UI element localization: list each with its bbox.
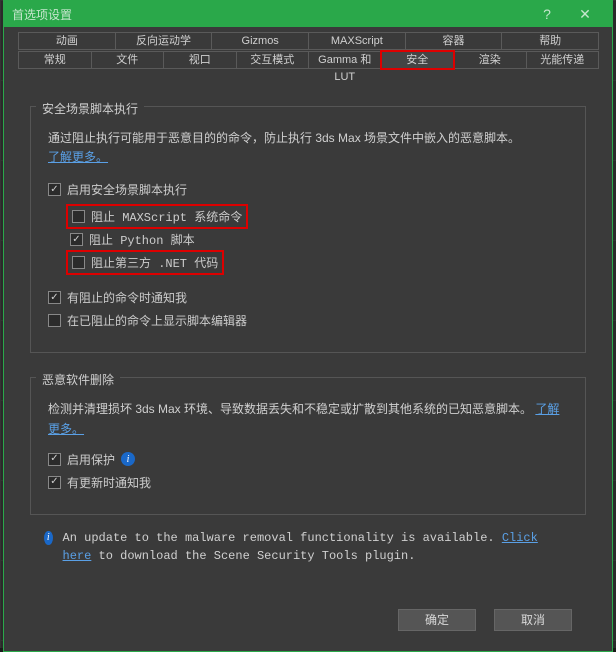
tab-gamma[interactable]: Gamma 和 LUT: [308, 51, 382, 69]
tab-help[interactable]: 帮助: [501, 32, 599, 50]
cb-notify-on-block[interactable]: [48, 291, 61, 304]
tab-ik[interactable]: 反向运动学: [115, 32, 213, 50]
cancel-button[interactable]: 取消: [494, 609, 572, 631]
group-safe-scene-script: 安全场景脚本执行 通过阻止执行可能用于恶意目的的命令，防止执行 3ds Max …: [30, 92, 586, 353]
cb-show-script-editor[interactable]: [48, 314, 61, 327]
group1-learn-more[interactable]: 了解更多。: [48, 150, 108, 164]
group1-title: 安全场景脚本执行: [36, 100, 144, 117]
group-malware-removal: 恶意软件删除 检测并清理损坏 3ds Max 环境、导致数据丢失和不稳定或扩散到…: [30, 363, 586, 514]
tab-security[interactable]: 安全: [381, 51, 455, 69]
cb-enable-safe-script-label: 启用安全场景脚本执行: [67, 181, 187, 198]
tabs: 动画 反向运动学 Gizmos MAXScript 容器 帮助 常规 文件 视口…: [4, 27, 612, 72]
cb-notify-update-label: 有更新时通知我: [67, 474, 151, 491]
cb-block-python-label: 阻止 Python 脚本: [89, 231, 195, 248]
group2-title: 恶意软件删除: [36, 371, 120, 388]
tab-viewport[interactable]: 视口: [163, 51, 237, 69]
preferences-window: 首选项设置 ? ✕ 动画 反向运动学 Gizmos MAXScript 容器 帮…: [3, 0, 613, 652]
info-icon: i: [44, 531, 53, 545]
cb-notify-on-block-label: 有阻止的命令时通知我: [67, 289, 187, 306]
ok-button[interactable]: 确定: [398, 609, 476, 631]
tab-files[interactable]: 文件: [91, 51, 165, 69]
highlight-block-maxscript: 阻止 MAXScript 系统命令: [70, 208, 244, 225]
tab-row-1: 动画 反向运动学 Gizmos MAXScript 容器 帮助: [18, 32, 598, 50]
cb-enable-protection[interactable]: [48, 453, 61, 466]
cb-notify-update[interactable]: [48, 476, 61, 489]
cb-block-dotnet-label: 阻止第三方 .NET 代码: [91, 254, 218, 271]
tab-containers[interactable]: 容器: [405, 32, 503, 50]
tab-gizmos[interactable]: Gizmos: [211, 32, 309, 50]
cb-enable-protection-label: 启用保护: [67, 451, 115, 468]
cb-enable-safe-script[interactable]: [48, 183, 61, 196]
tab-render[interactable]: 渲染: [453, 51, 527, 69]
tab-animation[interactable]: 动画: [18, 32, 116, 50]
close-button[interactable]: ✕: [566, 6, 604, 23]
tab-interaction[interactable]: 交互模式: [236, 51, 310, 69]
cb-block-python[interactable]: [70, 233, 83, 246]
group2-desc: 检测并清理损坏 3ds Max 环境、导致数据丢失和不稳定或扩散到其他系统的已知…: [48, 400, 568, 438]
tab-general[interactable]: 常规: [18, 51, 92, 69]
window-title: 首选项设置: [12, 6, 528, 23]
tab-radiosity[interactable]: 光能传递: [526, 51, 600, 69]
tab-row-2: 常规 文件 视口 交互模式 Gamma 和 LUT 安全 渲染 光能传递: [18, 51, 598, 69]
update-text-a: An update to the malware removal functio…: [63, 531, 502, 545]
update-text-b: to download the Scene Security Tools plu…: [91, 549, 415, 563]
tab-maxscript[interactable]: MAXScript: [308, 32, 406, 50]
highlight-block-dotnet: 阻止第三方 .NET 代码: [70, 254, 220, 271]
cb-show-script-editor-label: 在已阻止的命令上显示脚本编辑器: [67, 312, 247, 329]
content-panel: 安全场景脚本执行 通过阻止执行可能用于恶意目的的命令，防止执行 3ds Max …: [4, 72, 612, 651]
cb-block-maxscript[interactable]: [72, 210, 85, 223]
cb-block-dotnet[interactable]: [72, 256, 85, 269]
titlebar: 首选项设置 ? ✕: [4, 1, 612, 27]
group1-desc: 通过阻止执行可能用于恶意目的的命令，防止执行 3ds Max 场景文件中嵌入的恶…: [48, 129, 568, 167]
help-button[interactable]: ?: [528, 6, 566, 22]
dialog-buttons: 确定 取消: [30, 569, 586, 641]
info-icon[interactable]: i: [121, 452, 135, 466]
cb-block-maxscript-label: 阻止 MAXScript 系统命令: [91, 208, 242, 225]
update-notice: i An update to the malware removal funct…: [30, 525, 586, 569]
